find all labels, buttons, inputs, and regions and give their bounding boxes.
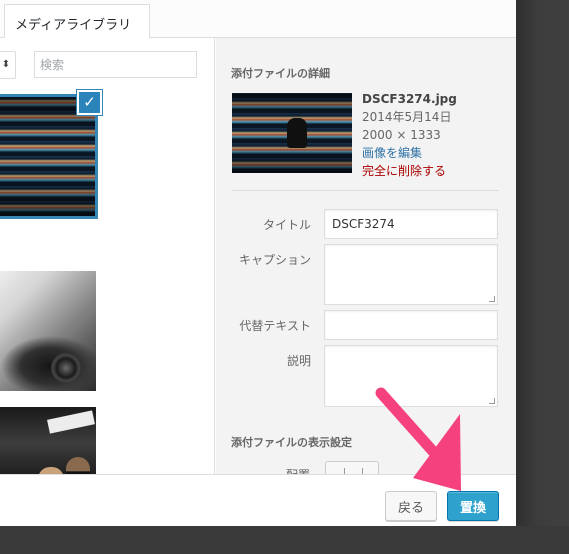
divider bbox=[232, 190, 499, 191]
details-heading: 添付ファイルの詳細 bbox=[231, 67, 330, 80]
tab-media-library[interactable]: メディアライブラリ bbox=[4, 4, 150, 39]
attachment-thumbnail-camera[interactable] bbox=[0, 271, 96, 391]
modal-backdrop-bottom bbox=[0, 526, 569, 554]
updown-arrows-icon: ⬍ bbox=[1, 59, 11, 70]
caption-field[interactable] bbox=[324, 244, 498, 305]
rider-image bbox=[287, 118, 307, 148]
person-image bbox=[66, 457, 90, 474]
align-label: 配置 bbox=[286, 466, 310, 474]
camera-image bbox=[51, 353, 81, 383]
person-image bbox=[38, 467, 64, 474]
file-info: DSCF3274.jpg 2014年5月14日 2000 × 1333 画像を編… bbox=[362, 90, 457, 180]
edit-image-link[interactable]: 画像を編集 bbox=[362, 144, 457, 162]
back-button[interactable]: 戻る bbox=[385, 491, 437, 521]
modal-backdrop-right bbox=[516, 0, 569, 554]
description-field[interactable] bbox=[324, 345, 498, 407]
file-name: DSCF3274.jpg bbox=[362, 92, 457, 106]
media-modal: メディアライブラリ ⬍ ✓ 添付ファイルの詳細 DSCF3274.jpg 201… bbox=[0, 0, 516, 526]
tab-bar: メディアライブラリ bbox=[0, 0, 516, 39]
delete-permanently-link[interactable]: 完全に削除する bbox=[362, 162, 457, 180]
align-button-group[interactable] bbox=[325, 461, 379, 474]
resize-handle-icon[interactable] bbox=[489, 398, 495, 404]
attachments-browser: ⬍ bbox=[0, 38, 215, 474]
booth-sign-image bbox=[47, 410, 95, 434]
attachment-details-sidebar: 添付ファイルの詳細 DSCF3274.jpg 2014年5月14日 2000 ×… bbox=[216, 38, 516, 474]
resize-handle-icon[interactable] bbox=[489, 296, 495, 302]
image-dimensions: 2000 × 1333 bbox=[362, 128, 441, 142]
title-label: タイトル bbox=[262, 218, 311, 232]
media-filter-select[interactable]: ⬍ bbox=[0, 51, 16, 79]
attachment-thumbnail-expo[interactable] bbox=[0, 407, 96, 474]
selected-check-icon[interactable]: ✓ bbox=[77, 90, 102, 115]
title-field[interactable] bbox=[324, 209, 498, 239]
detail-thumbnail bbox=[232, 93, 352, 173]
alt-text-field[interactable] bbox=[324, 310, 498, 340]
upload-date: 2014年5月14日 bbox=[362, 110, 452, 124]
replace-button[interactable]: 置換 bbox=[447, 491, 499, 521]
description-label: 説明 bbox=[286, 354, 311, 368]
alt-text-label: 代替テキスト bbox=[239, 319, 311, 333]
display-settings-heading: 添付ファイルの表示設定 bbox=[231, 436, 352, 449]
caption-label: キャプション bbox=[238, 253, 311, 267]
modal-toolbar: 戻る 置換 bbox=[0, 474, 516, 526]
search-input[interactable] bbox=[34, 51, 197, 78]
